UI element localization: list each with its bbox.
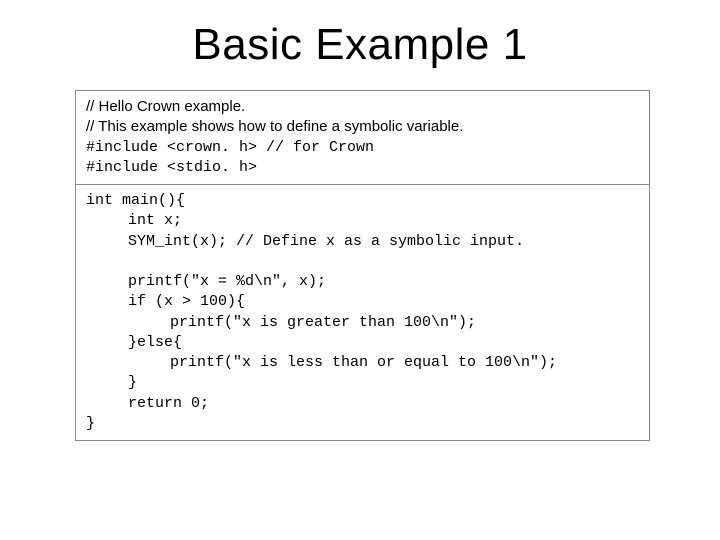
- code-header-section: // Hello Crown example. // This example …: [76, 91, 649, 185]
- slide: Basic Example 1 // Hello Crown example. …: [0, 0, 720, 540]
- code-line: printf("x is greater than 100\n");: [86, 313, 639, 333]
- code-line: printf("x = %d\n", x);: [86, 272, 639, 292]
- code-line: }else{: [86, 333, 639, 353]
- code-line: }: [86, 373, 639, 393]
- blank-line: [86, 252, 639, 272]
- include-line: #include <crown. h> // for Crown: [86, 138, 639, 158]
- code-body-section: int main(){ int x; SYM_int(x); // Define…: [76, 185, 649, 440]
- include-line: #include <stdio. h>: [86, 158, 639, 178]
- comment-line: // Hello Crown example.: [86, 97, 639, 117]
- code-line: int main(){: [86, 191, 639, 211]
- code-line: printf("x is less than or equal to 100\n…: [86, 353, 639, 373]
- code-line: if (x > 100){: [86, 292, 639, 312]
- code-box: // Hello Crown example. // This example …: [75, 90, 650, 441]
- code-line: int x;: [86, 211, 639, 231]
- page-title: Basic Example 1: [0, 0, 720, 80]
- code-line: return 0;: [86, 394, 639, 414]
- comment-line: // This example shows how to define a sy…: [86, 117, 639, 137]
- code-line: SYM_int(x); // Define x as a symbolic in…: [86, 232, 639, 252]
- code-line: }: [86, 414, 639, 434]
